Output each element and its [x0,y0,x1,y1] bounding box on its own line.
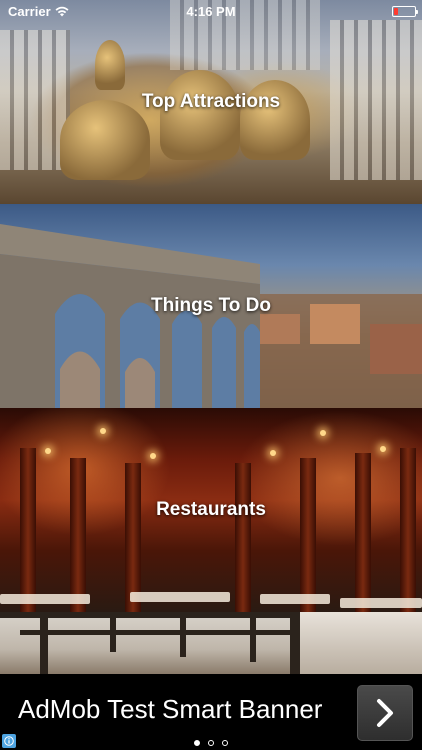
status-bar: Carrier 4:16 PM [0,0,422,22]
ad-banner-text: AdMob Test Smart Banner [18,694,323,724]
tile-label-things-to-do: Things To Do [151,295,271,316]
tile-things-to-do[interactable]: Things To Do [0,204,422,408]
battery-fill [394,7,398,15]
chevron-right-icon [377,699,393,727]
tile-label-top-attractions: Top Attractions [141,91,281,112]
battery-icon [392,5,418,17]
ad-banner[interactable]: AdMob Test Smart Banner [0,674,422,750]
page-dot[interactable] [194,740,200,746]
tile-restaurants[interactable]: Restaurants [0,408,422,612]
tile-top-attractions[interactable]: Top Attractions [0,0,422,204]
wifi-icon [55,6,69,16]
page-indicator [0,740,422,746]
tile-fourth[interactable] [0,612,422,674]
ad-open-button[interactable] [357,685,413,741]
page-dot[interactable] [222,740,228,746]
status-left: Carrier [8,4,69,19]
tile-label-restaurants: Restaurants [156,499,266,520]
carrier-label: Carrier [8,3,51,19]
page-dot[interactable] [208,740,214,746]
fourth-tile-image [0,612,422,674]
